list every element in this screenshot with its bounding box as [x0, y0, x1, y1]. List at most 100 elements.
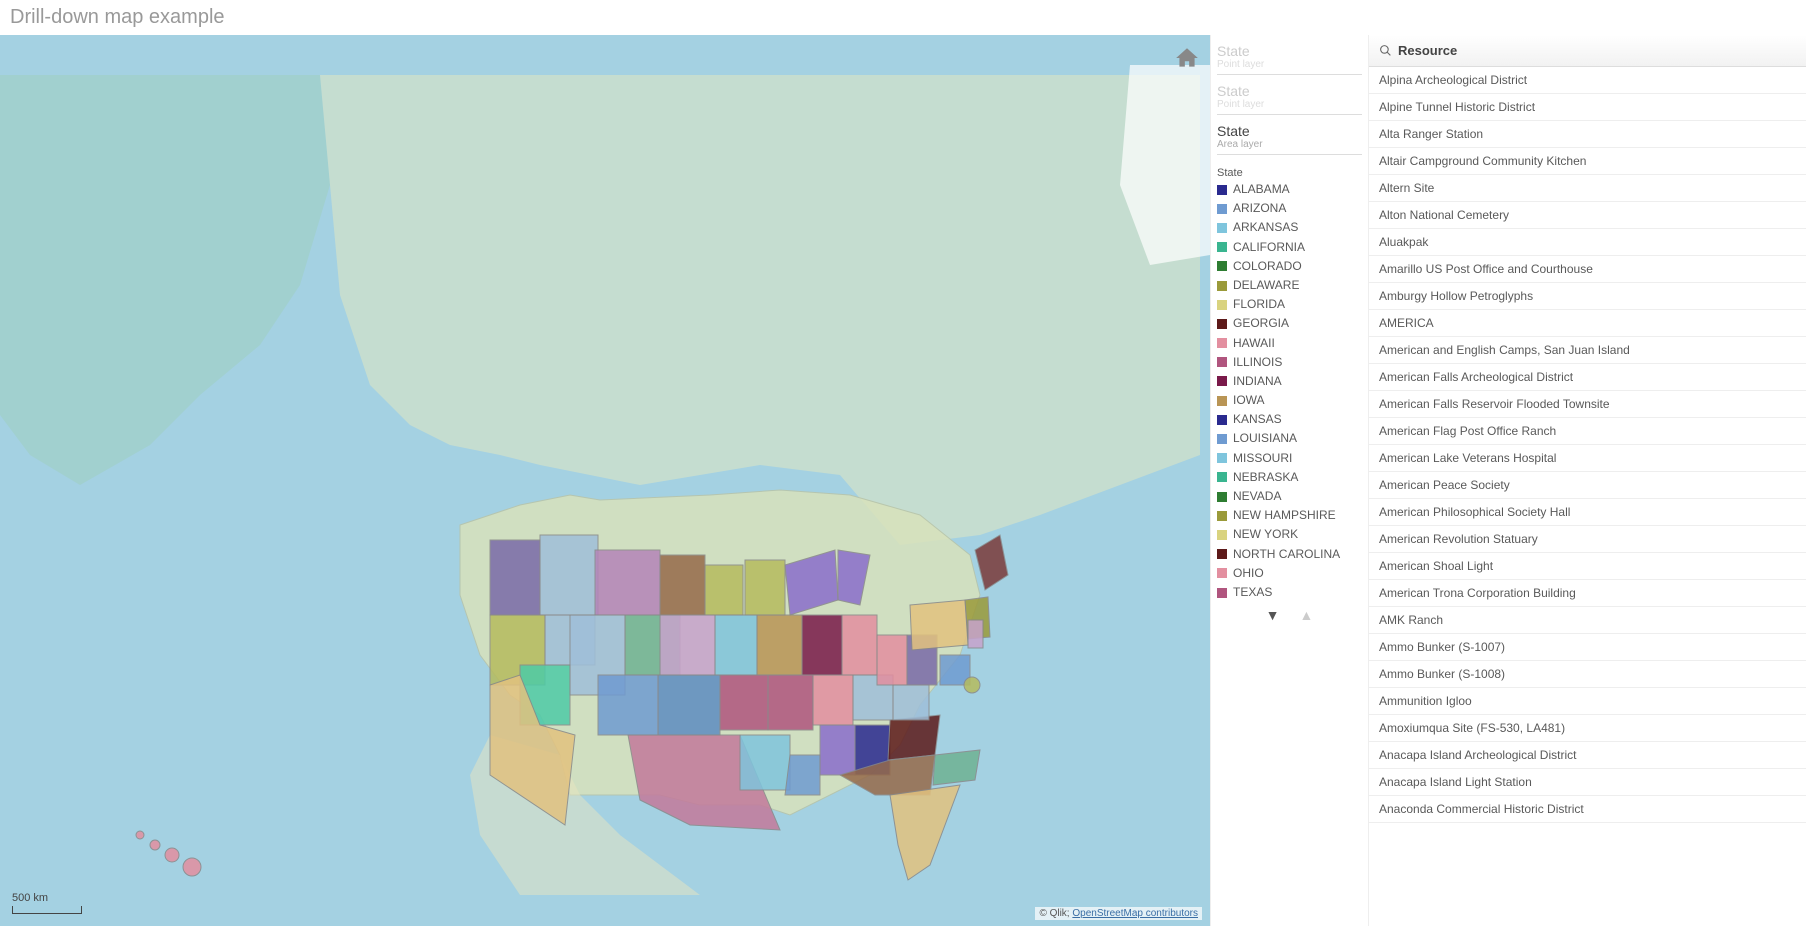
legend-swatch — [1217, 357, 1227, 367]
list-item[interactable]: Altair Campground Community Kitchen — [1369, 148, 1806, 175]
page-title: Drill-down map example — [0, 0, 1806, 35]
legend-item-label: IOWA — [1233, 394, 1265, 407]
legend-swatch — [1217, 549, 1227, 559]
list-item[interactable]: Aluakpak — [1369, 229, 1806, 256]
legend-item-label: INDIANA — [1233, 375, 1282, 388]
legend-swatch — [1217, 338, 1227, 348]
legend-swatch — [1217, 492, 1227, 502]
list-item[interactable]: Alton National Cemetery — [1369, 202, 1806, 229]
legend-swatch — [1217, 300, 1227, 310]
legend-swatch — [1217, 223, 1227, 233]
legend-swatch — [1217, 185, 1227, 195]
legend-item[interactable]: LOUISIANA — [1217, 432, 1362, 445]
scale-label: 500 km — [12, 892, 48, 904]
legend-swatch — [1217, 415, 1227, 425]
list-item[interactable]: Ammo Bunker (S-1008) — [1369, 661, 1806, 688]
legend-item[interactable]: ARIZONA — [1217, 202, 1362, 215]
legend-items: ALABAMA ARIZONA ARKANSAS CALIFORNIA COLORADO… — [1217, 183, 1362, 599]
resource-list[interactable]: Alpina Archeological DistrictAlpine Tunn… — [1369, 67, 1806, 926]
legend-item[interactable]: TEXAS — [1217, 586, 1362, 599]
legend-item[interactable]: INDIANA — [1217, 375, 1362, 388]
legend-page-down-icon[interactable]: ▼ — [1266, 607, 1280, 623]
list-item[interactable]: Ammunition Igloo — [1369, 688, 1806, 715]
legend-item-label: ARIZONA — [1233, 202, 1286, 215]
legend-item[interactable]: MISSOURI — [1217, 452, 1362, 465]
legend-group-inactive: StatePoint layer — [1217, 83, 1362, 115]
list-item[interactable]: AMK Ranch — [1369, 607, 1806, 634]
legend-item[interactable]: ARKANSAS — [1217, 221, 1362, 234]
list-item[interactable]: Alpine Tunnel Historic District — [1369, 94, 1806, 121]
legend-page-up-icon: ▲ — [1300, 607, 1314, 623]
legend-item[interactable]: OHIO — [1217, 567, 1362, 580]
legend-item[interactable]: CALIFORNIA — [1217, 241, 1362, 254]
resource-panel: Resource Alpina Archeological DistrictAl… — [1368, 35, 1806, 926]
list-item[interactable]: Alta Ranger Station — [1369, 121, 1806, 148]
legend-item[interactable]: FLORIDA — [1217, 298, 1362, 311]
legend-item[interactable]: COLORADO — [1217, 260, 1362, 273]
legend-item[interactable]: NEBRASKA — [1217, 471, 1362, 484]
legend-item-label: ILLINOIS — [1233, 356, 1282, 369]
legend-panel: StatePoint layer StatePoint layer State A… — [1210, 35, 1368, 926]
legend-item-label: NEVADA — [1233, 490, 1281, 503]
list-item[interactable]: American Falls Archeological District — [1369, 364, 1806, 391]
resource-header-label: Resource — [1398, 43, 1457, 58]
list-item[interactable]: American Trona Corporation Building — [1369, 580, 1806, 607]
legend-item[interactable]: NEW HAMPSHIRE — [1217, 509, 1362, 522]
legend-item[interactable]: ILLINOIS — [1217, 356, 1362, 369]
list-item[interactable]: American Lake Veterans Hospital — [1369, 445, 1806, 472]
legend-item[interactable]: KANSAS — [1217, 413, 1362, 426]
legend-swatch — [1217, 281, 1227, 291]
search-icon — [1379, 44, 1392, 57]
legend-item-label: NEBRASKA — [1233, 471, 1298, 484]
legend-swatch — [1217, 319, 1227, 329]
legend-subtitle: Point layer — [1217, 59, 1362, 70]
home-icon[interactable] — [1174, 45, 1200, 71]
map-canvas[interactable]: 500 km © Qlik; OpenStreetMap contributor… — [0, 35, 1210, 926]
legend-item[interactable]: NORTH CAROLINA — [1217, 548, 1362, 561]
legend-item[interactable]: GEORGIA — [1217, 317, 1362, 330]
list-item[interactable]: American Falls Reservoir Flooded Townsit… — [1369, 391, 1806, 418]
list-item[interactable]: Anacapa Island Archeological District — [1369, 742, 1806, 769]
legend-item[interactable]: IOWA — [1217, 394, 1362, 407]
legend-pager: ▼ ▲ — [1217, 607, 1362, 623]
legend-swatch — [1217, 588, 1227, 598]
list-item[interactable]: Amburgy Hollow Petroglyphs — [1369, 283, 1806, 310]
legend-item-label: CALIFORNIA — [1233, 241, 1305, 254]
legend-dimension: State — [1217, 167, 1362, 179]
list-item[interactable]: American and English Camps, San Juan Isl… — [1369, 337, 1806, 364]
list-item[interactable]: American Revolution Statuary — [1369, 526, 1806, 553]
list-item[interactable]: Ammo Bunker (S-1007) — [1369, 634, 1806, 661]
list-item[interactable]: Anacapa Island Light Station — [1369, 769, 1806, 796]
list-item[interactable]: American Philosophical Society Hall — [1369, 499, 1806, 526]
resource-header[interactable]: Resource — [1369, 35, 1806, 67]
legend-item[interactable]: NEW YORK — [1217, 528, 1362, 541]
list-item[interactable]: Alpina Archeological District — [1369, 67, 1806, 94]
legend-swatch — [1217, 396, 1227, 406]
legend-swatch — [1217, 376, 1227, 386]
states-overlay — [0, 35, 1210, 915]
legend-item[interactable]: ALABAMA — [1217, 183, 1362, 196]
legend-item[interactable]: HAWAII — [1217, 337, 1362, 350]
legend-group-inactive: StatePoint layer — [1217, 43, 1362, 75]
list-item[interactable]: American Flag Post Office Ranch — [1369, 418, 1806, 445]
legend-swatch — [1217, 472, 1227, 482]
list-item[interactable]: AMERICA — [1369, 310, 1806, 337]
legend-swatch — [1217, 242, 1227, 252]
list-item[interactable]: American Shoal Light — [1369, 553, 1806, 580]
osm-link[interactable]: OpenStreetMap contributors — [1072, 908, 1198, 919]
list-item[interactable]: Anaconda Commercial Historic District — [1369, 796, 1806, 823]
list-item[interactable]: Amarillo US Post Office and Courthouse — [1369, 256, 1806, 283]
legend-item-label: ALABAMA — [1233, 183, 1290, 196]
legend-swatch — [1217, 204, 1227, 214]
legend-item-label: ARKANSAS — [1233, 221, 1298, 234]
legend-item-label: LOUISIANA — [1233, 432, 1297, 445]
legend-item-label: NEW HAMPSHIRE — [1233, 509, 1336, 522]
list-item[interactable]: Altern Site — [1369, 175, 1806, 202]
list-item[interactable]: American Peace Society — [1369, 472, 1806, 499]
legend-item-label: NEW YORK — [1233, 528, 1298, 541]
legend-swatch — [1217, 568, 1227, 578]
legend-item-label: NORTH CAROLINA — [1233, 548, 1340, 561]
legend-item[interactable]: NEVADA — [1217, 490, 1362, 503]
list-item[interactable]: Amoxiumqua Site (FS-530, LA481) — [1369, 715, 1806, 742]
legend-item[interactable]: DELAWARE — [1217, 279, 1362, 292]
